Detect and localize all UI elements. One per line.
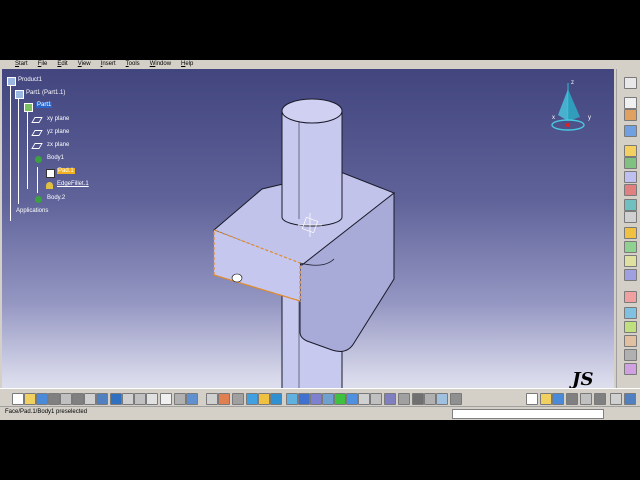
compass-x-label: x (552, 115, 555, 121)
tool-button-icon[interactable] (624, 241, 637, 253)
toolbar-button-icon[interactable] (286, 393, 298, 405)
toolbar-button-icon[interactable] (84, 393, 96, 405)
menu-bar: Start File Edit View Insert Tools Window Help (0, 60, 640, 69)
status-message: Face/Pad.1/Body1 preselected (5, 409, 88, 415)
menu-insert[interactable]: Insert (96, 60, 121, 69)
toolbar-button-icon[interactable] (610, 393, 622, 405)
tool-button-icon[interactable] (624, 171, 637, 183)
toolbar-button-icon[interactable] (540, 393, 552, 405)
toolbar-button-icon[interactable] (186, 393, 198, 405)
3d-viewport[interactable]: Product1 Part1 (Part1.1) Part1 xy plane … (2, 69, 614, 420)
toolbar-button-icon[interactable] (334, 393, 346, 405)
toolbar-button-icon[interactable] (526, 393, 538, 405)
status-bar: Face/Pad.1/Body1 preselected (0, 406, 640, 420)
tool-button-icon[interactable] (624, 109, 637, 121)
toolbar-button-icon[interactable] (346, 393, 358, 405)
toolbar-button-icon[interactable] (72, 393, 84, 405)
tool-button-icon[interactable] (624, 97, 637, 109)
tool-button-icon[interactable] (624, 125, 637, 137)
toolbar-button-icon[interactable] (298, 393, 310, 405)
tool-button-icon[interactable] (624, 349, 637, 361)
toolbar-button-icon[interactable] (594, 393, 606, 405)
bottom-toolbar (0, 388, 640, 407)
right-toolbar (616, 69, 640, 420)
tool-button-icon[interactable] (624, 199, 637, 211)
toolbar-button-icon[interactable] (310, 393, 322, 405)
catia-window: Start File Edit View Insert Tools Window Help P… (0, 60, 640, 420)
tool-button-icon[interactable] (624, 227, 637, 239)
toolbar-button-icon[interactable] (232, 393, 244, 405)
toolbar-button-icon[interactable] (436, 393, 448, 405)
toolbar-button-icon[interactable] (146, 393, 158, 405)
command-input[interactable] (452, 409, 604, 419)
tool-button-icon[interactable] (624, 307, 637, 319)
tool-button-icon[interactable] (624, 269, 637, 281)
menu-view[interactable]: View (73, 60, 96, 69)
menu-window[interactable]: Window (145, 60, 176, 69)
toolbar-button-icon[interactable] (174, 393, 186, 405)
toolbar-button-icon[interactable] (218, 393, 230, 405)
tool-button-icon[interactable] (624, 363, 637, 375)
toolbar-button-icon[interactable] (96, 393, 108, 405)
toolbar-button-icon[interactable] (246, 393, 258, 405)
tool-button-icon[interactable] (624, 157, 637, 169)
toolbar-button-icon[interactable] (358, 393, 370, 405)
compass-z-label: z (571, 80, 574, 86)
menu-file[interactable]: File (33, 60, 53, 69)
toolbar-button-icon[interactable] (384, 393, 396, 405)
toolbar-button-icon[interactable] (566, 393, 578, 405)
menu-start[interactable]: Start (10, 60, 33, 69)
watermark-text: JS (572, 369, 594, 390)
compass-y-label: y (588, 115, 591, 121)
hand-cursor-icon (231, 273, 243, 283)
tool-button-icon[interactable] (624, 184, 637, 196)
toolbar-button-icon[interactable] (60, 393, 72, 405)
tool-button-icon[interactable] (624, 255, 637, 267)
toolbar-button-icon[interactable] (122, 393, 134, 405)
tool-button-icon[interactable] (624, 291, 637, 303)
toolbar-button-icon[interactable] (24, 393, 36, 405)
toolbar-button-icon[interactable] (412, 393, 424, 405)
tool-button-icon[interactable] (624, 335, 637, 347)
menu-edit[interactable]: Edit (52, 60, 72, 69)
toolbar-button-icon[interactable] (110, 393, 122, 405)
toolbar-button-icon[interactable] (258, 393, 270, 405)
toolbar-button-icon[interactable] (370, 393, 382, 405)
tool-button-icon[interactable] (624, 211, 637, 223)
toolbar-button-icon[interactable] (580, 393, 592, 405)
toolbar-button-icon[interactable] (450, 393, 462, 405)
toolbar-button-icon[interactable] (552, 393, 564, 405)
toolbar-button-icon[interactable] (36, 393, 48, 405)
upper-cylinder (281, 110, 343, 227)
toolbar-button-icon[interactable] (134, 393, 146, 405)
cylinder-top-face (281, 98, 343, 124)
menu-help[interactable]: Help (176, 60, 198, 69)
toolbar-button-icon[interactable] (206, 393, 218, 405)
compass-icon[interactable]: z x y (550, 77, 596, 133)
toolbar-button-icon[interactable] (322, 393, 334, 405)
toolbar-button-icon[interactable] (270, 393, 282, 405)
toolbar-button-icon[interactable] (624, 393, 636, 405)
toolbar-button-icon[interactable] (12, 393, 24, 405)
tool-button-icon[interactable] (624, 321, 637, 333)
3d-model[interactable] (2, 69, 614, 420)
toolbar-button-icon[interactable] (424, 393, 436, 405)
toolbar-button-icon[interactable] (48, 393, 60, 405)
tool-button-icon[interactable] (624, 77, 637, 89)
toolbar-button-icon[interactable] (398, 393, 410, 405)
tool-button-icon[interactable] (624, 145, 637, 157)
menu-tools[interactable]: Tools (121, 60, 145, 69)
toolbar-button-icon[interactable] (160, 393, 172, 405)
